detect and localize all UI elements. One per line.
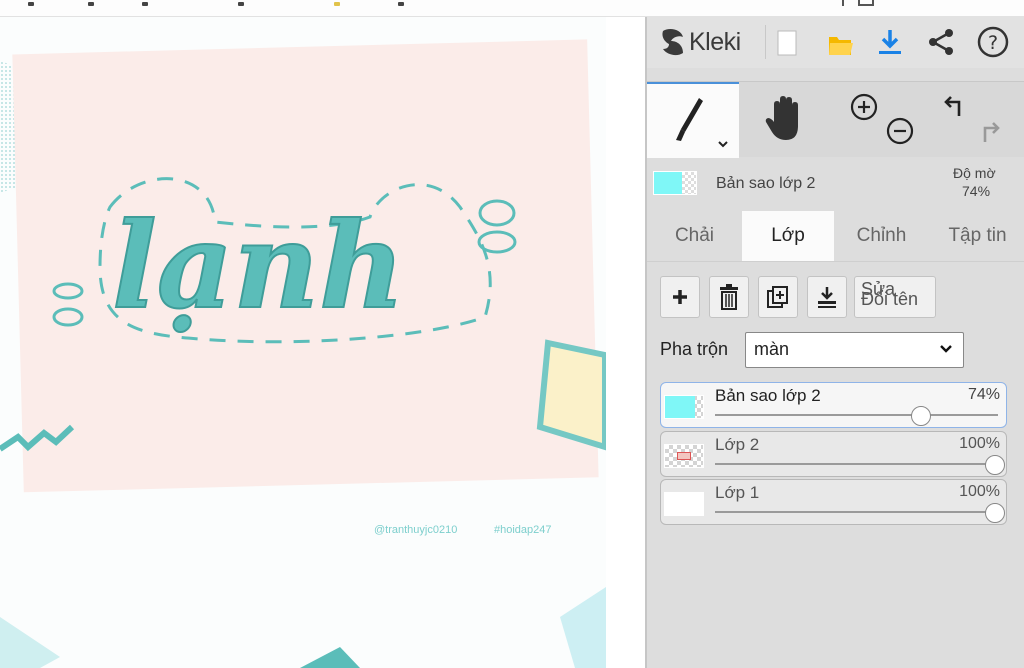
download-icon[interactable]	[877, 27, 903, 62]
layer-name: Bản sao lớp 2	[715, 386, 821, 405]
open-folder-icon[interactable]	[827, 31, 855, 62]
strip-mark	[238, 2, 244, 6]
layer-thumbnail	[664, 492, 704, 516]
lettering-text: lạnh	[112, 196, 405, 335]
opacity-slider[interactable]	[715, 463, 998, 465]
duplicate-icon	[767, 286, 788, 308]
layer-opacity: 74%	[967, 386, 1000, 403]
merge-down-icon	[818, 287, 836, 308]
brush-icon	[676, 98, 728, 148]
strip-mark	[142, 2, 148, 6]
trash-icon	[720, 284, 738, 310]
tab-brush[interactable]: Chải	[647, 211, 742, 261]
zoom-tool	[833, 82, 927, 158]
tab-layers[interactable]: Lớp	[742, 211, 834, 261]
panel-tabs: Chải Lớp Chỉnh Tập tin	[647, 211, 1024, 261]
delete-layer-button[interactable]	[709, 276, 749, 318]
layer-opacity: 100%	[959, 483, 1000, 500]
layer-name: Lớp 2	[715, 435, 760, 454]
layer-row[interactable]: Lớp 1 100%	[660, 479, 1007, 525]
kleki-logo-icon	[662, 29, 683, 56]
layer-row[interactable]: Bản sao lớp 2 74%	[660, 382, 1007, 428]
kleki-app: lạnh @tranthuyjc0210 #hoidap247 Kleki ? …	[0, 0, 1024, 668]
tool-row	[647, 81, 1024, 158]
bottom-right-shape	[560, 587, 606, 668]
strip-mark	[398, 2, 404, 6]
zoom-out-icon[interactable]	[885, 116, 915, 146]
strip-box	[858, 0, 874, 6]
bottom-left-shape	[0, 617, 60, 668]
merge-down-button[interactable]	[807, 276, 847, 318]
kleki-logo[interactable]: Kleki	[659, 26, 741, 58]
zoom-in-icon[interactable]	[849, 92, 879, 122]
brush-tool-button[interactable]	[647, 82, 739, 158]
tool-panel: Kleki ? Bản sao lớp 2 Độ mờ 74% Chải Lớp…	[645, 17, 1024, 668]
bottom-triangle-shape	[300, 647, 360, 668]
layer-thumbnail	[664, 395, 704, 419]
layer-name: Lớp 1	[715, 483, 760, 502]
hand-tool-button[interactable]	[739, 82, 833, 158]
opacity-slider[interactable]	[715, 414, 998, 416]
current-layer-thumbnail	[653, 171, 697, 195]
svg-text:?: ?	[988, 32, 998, 54]
strip-separator	[842, 0, 844, 6]
blend-mode-select[interactable]: màn	[745, 332, 964, 368]
strip-mark	[28, 2, 34, 6]
app-name: Kleki	[689, 27, 741, 56]
help-icon[interactable]: ?	[977, 26, 1009, 63]
opacity-slider-knob[interactable]	[911, 406, 932, 426]
strip-mark	[334, 2, 340, 6]
layer-row[interactable]: Lớp 2 100%	[660, 431, 1007, 477]
blend-mode-label: Pha trộn	[660, 339, 729, 359]
rename-label-2: Đổi tên	[861, 289, 919, 309]
new-file-icon[interactable]	[775, 29, 799, 62]
history-tool	[927, 82, 1024, 158]
canvas-margin	[606, 17, 645, 668]
canvas-artwork: lạnh	[0, 17, 645, 668]
tab-file[interactable]: Tập tin	[929, 211, 1024, 261]
strip-mark	[88, 2, 94, 6]
opacity-slider-knob[interactable]	[985, 503, 1005, 523]
share-icon[interactable]	[927, 27, 955, 62]
rename-layer-button[interactable]: Sửa Đổi tên	[854, 276, 936, 318]
hand-icon	[765, 96, 798, 140]
credit-tag: #hoidap247	[494, 524, 552, 536]
opacity-slider[interactable]	[715, 511, 998, 513]
logo-toolbar: Kleki ?	[647, 17, 1024, 68]
redo-icon[interactable]	[975, 116, 1007, 146]
blend-mode-value: màn	[754, 339, 790, 359]
chevron-down-icon	[940, 345, 952, 353]
opacity-slider-knob[interactable]	[985, 455, 1005, 475]
undo-icon[interactable]	[939, 92, 971, 122]
credit-user: @tranthuyjc0210	[374, 524, 458, 536]
tab-edit[interactable]: Chỉnh	[834, 211, 929, 261]
yellow-frame-shape	[536, 339, 608, 452]
layers-panel: Sửa Đổi tên Pha trộn màn Bản sao lớp 2 7…	[647, 261, 1024, 668]
toolbar-divider	[765, 25, 766, 59]
layer-thumbnail	[664, 444, 704, 468]
layer-opacity: 100%	[959, 435, 1000, 452]
duplicate-layer-button[interactable]	[758, 276, 798, 318]
top-strip	[0, 0, 1024, 17]
add-layer-button[interactable]	[660, 276, 700, 318]
opacity-label: Độ mờ	[953, 165, 996, 181]
current-layer-name: Bản sao lớp 2	[716, 175, 816, 192]
current-layer-info: Bản sao lớp 2 Độ mờ 74%	[647, 157, 1024, 211]
plus-icon	[673, 290, 687, 304]
opacity-value: 74%	[962, 183, 991, 199]
drawing-canvas[interactable]: lạnh @tranthuyjc0210 #hoidap247	[0, 17, 645, 668]
